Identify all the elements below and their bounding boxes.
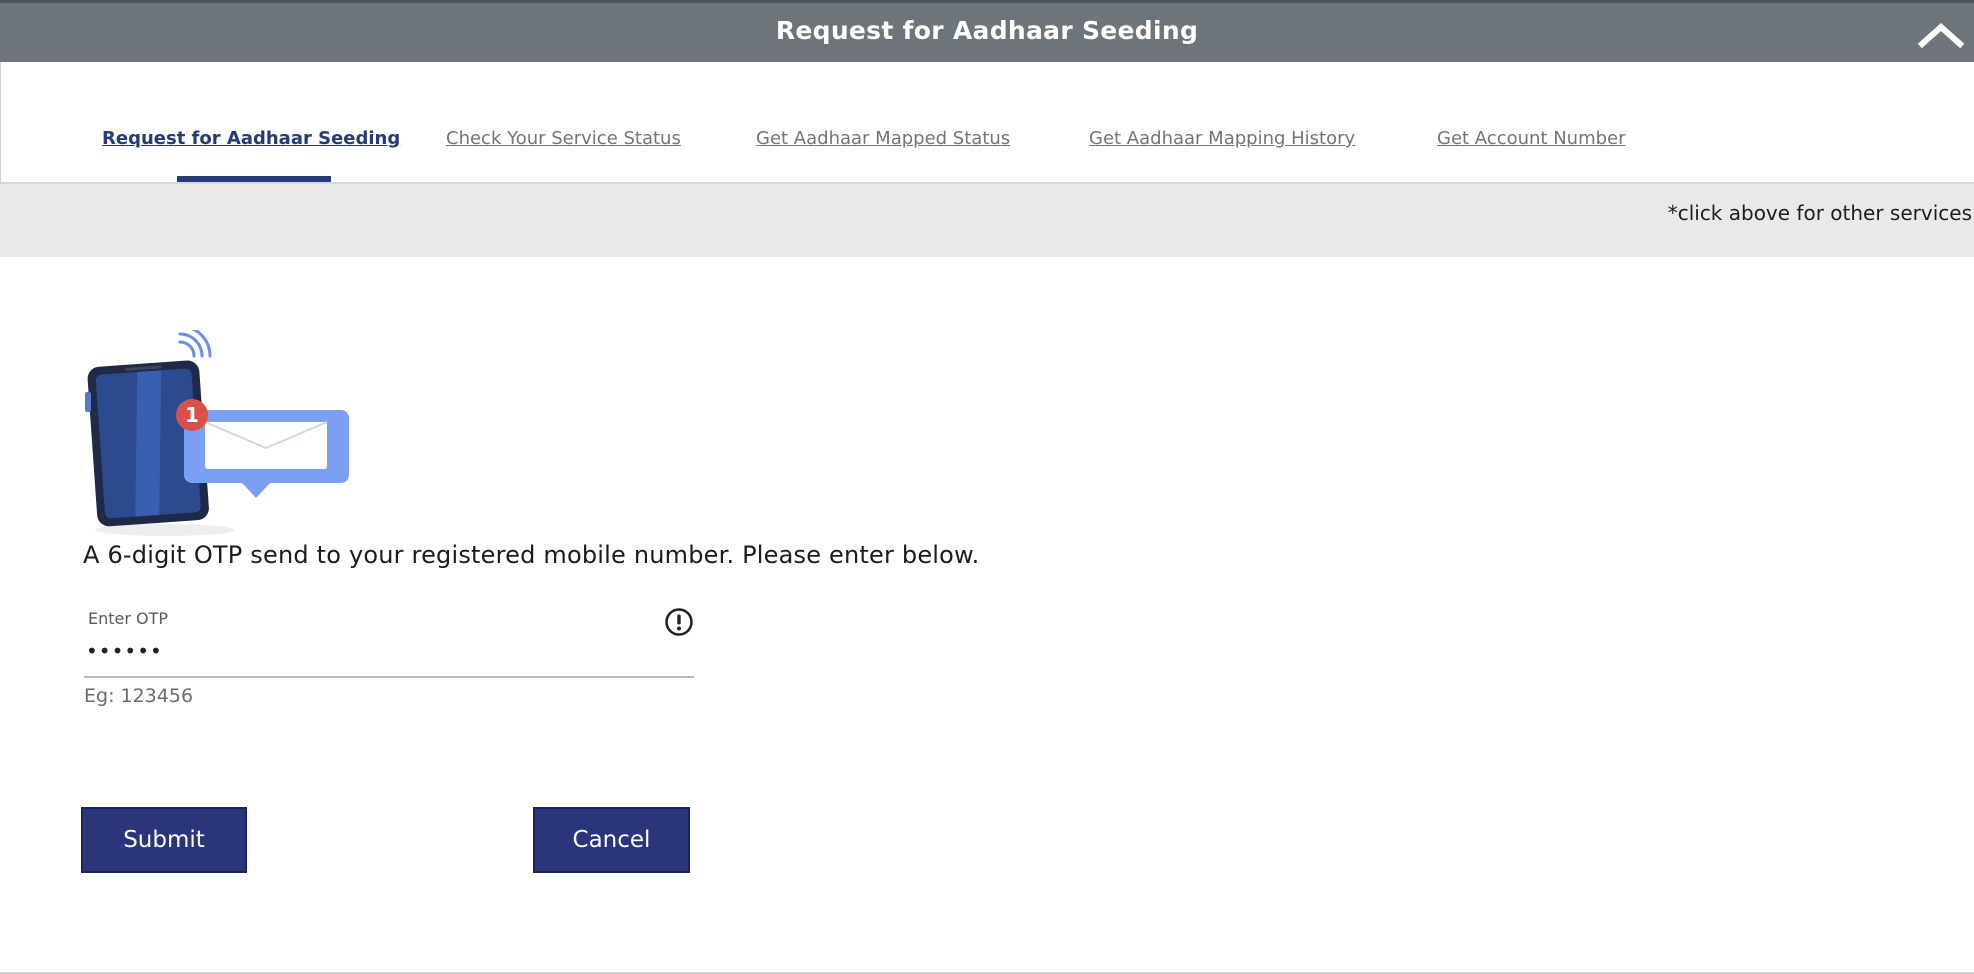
active-tab-indicator — [177, 176, 331, 182]
notification-badge: 1 — [185, 403, 199, 427]
chevron-up-icon[interactable] — [1917, 20, 1965, 50]
service-tabs: Request for Aadhaar Seeding Check Your S… — [0, 62, 1974, 184]
info-icon[interactable] — [664, 607, 694, 637]
cancel-button[interactable]: Cancel — [533, 807, 690, 873]
otp-label: Enter OTP — [88, 609, 169, 628]
otp-instruction: A 6-digit OTP send to your registered mo… — [83, 541, 980, 569]
phone-message-notification-icon: 1 — [80, 324, 360, 540]
panel-title: Request for Aadhaar Seeding — [775, 16, 1199, 45]
otp-input[interactable] — [86, 634, 646, 668]
tab-check-service-status[interactable]: Check Your Service Status — [446, 128, 681, 149]
tab-request-aadhaar-seeding[interactable]: Request for Aadhaar Seeding — [102, 128, 400, 149]
hint-bar: *click above for other services — [0, 184, 1974, 257]
panel-header: Request for Aadhaar Seeding — [0, 0, 1974, 62]
other-services-hint: *click above for other services — [1667, 201, 1972, 225]
otp-example-hint: Eg: 123456 — [84, 685, 194, 707]
page: Request for Aadhaar Seeding Request for … — [0, 0, 1974, 974]
submit-button[interactable]: Submit — [81, 807, 247, 873]
tab-account-number[interactable]: Get Account Number — [1437, 128, 1626, 149]
tab-aadhaar-mapped-status[interactable]: Get Aadhaar Mapped Status — [756, 128, 1010, 149]
tab-aadhaar-mapping-history[interactable]: Get Aadhaar Mapping History — [1089, 128, 1355, 149]
otp-field: Enter OTP — [84, 604, 694, 678]
